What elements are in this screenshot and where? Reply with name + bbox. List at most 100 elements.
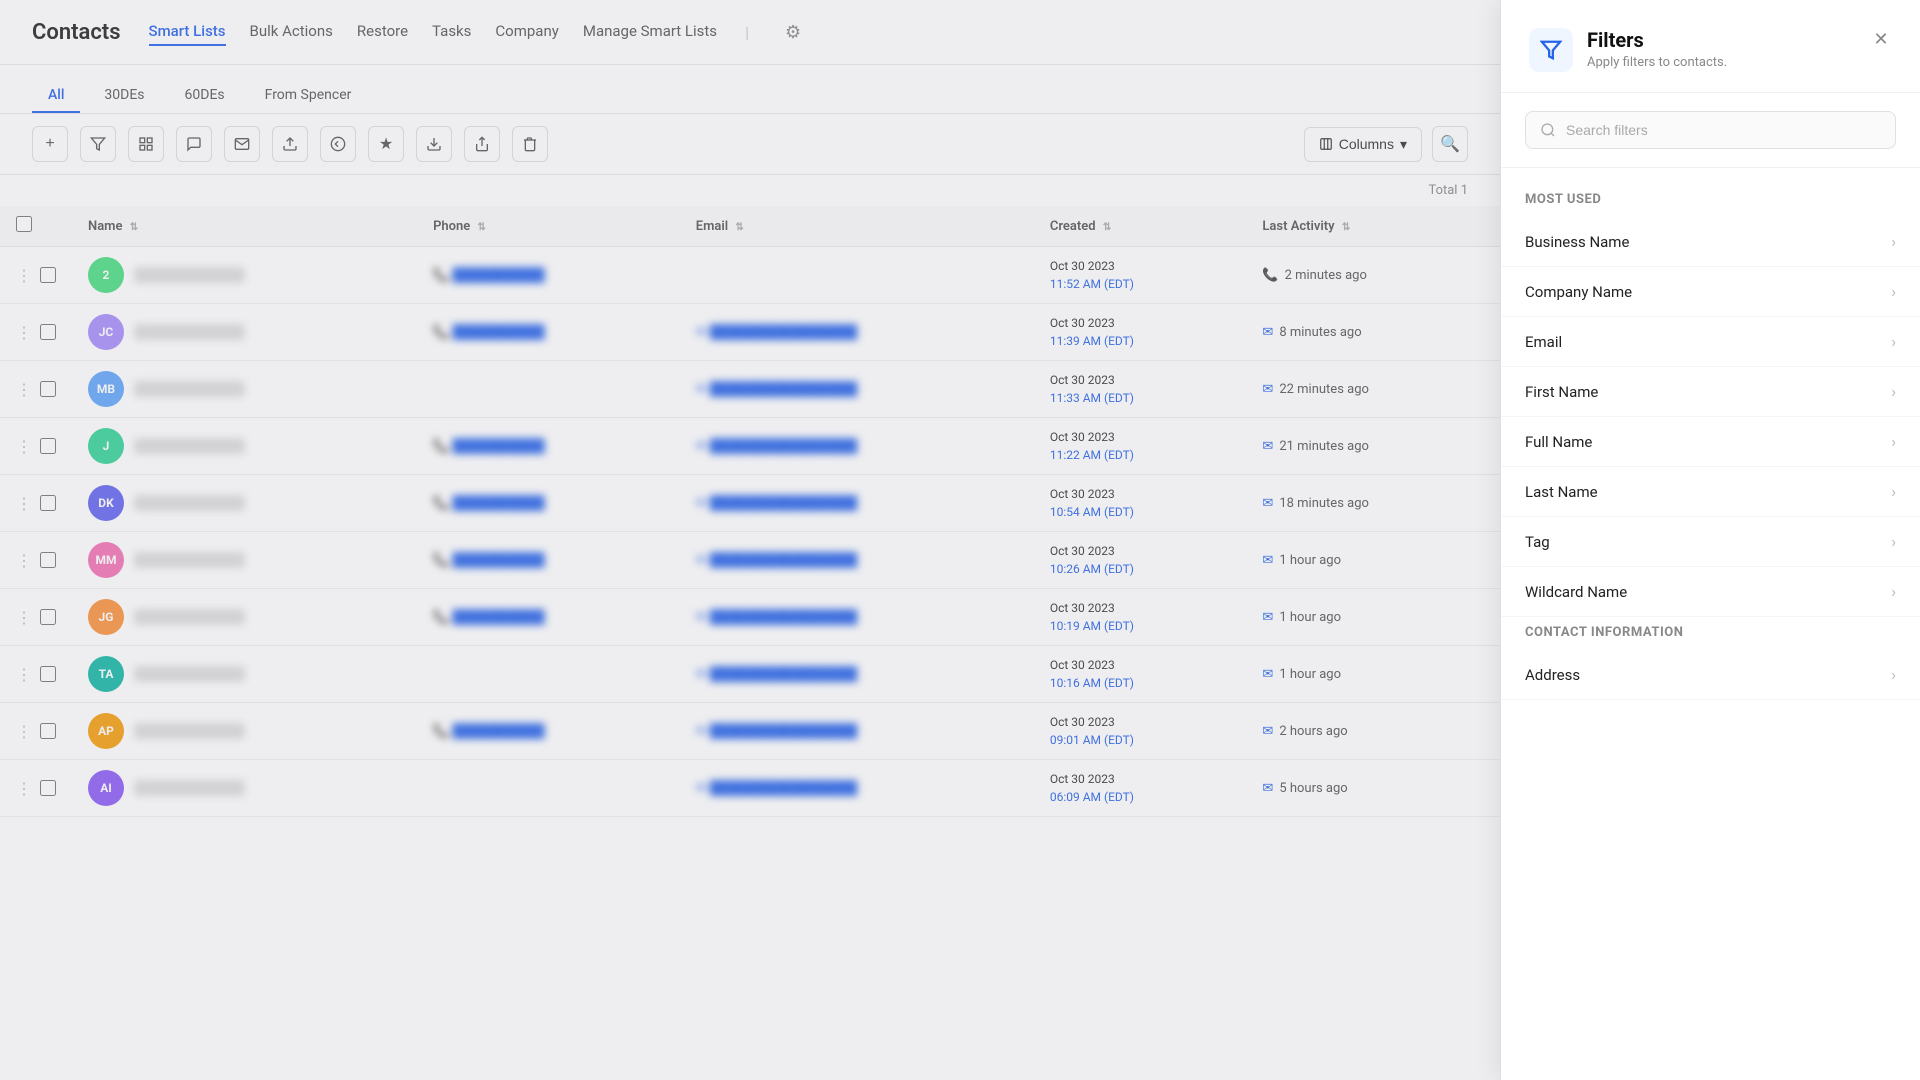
add-contact-button[interactable]: + (32, 126, 68, 162)
filter-item-first-name[interactable]: First Name › (1501, 367, 1920, 417)
tab-smart-lists[interactable]: Smart Lists (149, 18, 226, 46)
row-menu-icon[interactable]: ⋮ (16, 266, 32, 285)
main-area: Contacts Smart Lists Bulk Actions Restor… (0, 0, 1500, 1080)
sub-tab-from-spencer[interactable]: From Spencer (249, 79, 368, 113)
row-checkbox[interactable] (40, 723, 56, 739)
row-menu-icon[interactable]: ⋮ (16, 323, 32, 342)
contact-name[interactable]: ████████████ (134, 267, 245, 283)
download-button[interactable] (416, 126, 452, 162)
export-button[interactable] (320, 126, 356, 162)
filters-close-button[interactable]: ✕ (1866, 24, 1896, 54)
share-button[interactable] (464, 126, 500, 162)
phone-link[interactable]: 📞 ██████████ (433, 324, 664, 340)
row-menu-icon[interactable]: ⋮ (16, 437, 32, 456)
tab-bulk-actions[interactable]: Bulk Actions (250, 18, 333, 46)
contact-name[interactable]: ████████████ (134, 324, 245, 340)
th-name[interactable]: Name ⇅ (72, 206, 417, 247)
filter-item-company-name[interactable]: Company Name › (1501, 267, 1920, 317)
activity-time: 22 minutes ago (1279, 382, 1369, 397)
contact-name[interactable]: ████████████ (134, 666, 245, 682)
email-link[interactable]: ✉ ████████████████ (696, 438, 1018, 454)
row-checkbox[interactable] (40, 267, 56, 283)
email-link[interactable]: ✉ ████████████████ (696, 552, 1018, 568)
email-link[interactable]: ✉ ████████████████ (696, 666, 1018, 682)
phone-link[interactable]: 📞 ██████████ (433, 552, 664, 568)
separator: | (745, 23, 749, 42)
tab-manage-smart-lists[interactable]: Manage Smart Lists (583, 18, 717, 46)
contact-name[interactable]: ████████████ (134, 609, 245, 625)
filter-button[interactable] (80, 126, 116, 162)
phone-link[interactable]: 📞 ██████████ (433, 723, 664, 739)
email-link[interactable]: ✉ ████████████████ (696, 609, 1018, 625)
search-button[interactable]: 🔍 (1432, 126, 1468, 162)
most-used-section-title: Most Used (1501, 184, 1920, 217)
created-time: 10:16 AM (EDT) (1050, 674, 1231, 692)
columns-button[interactable]: Columns ▾ (1304, 127, 1422, 162)
phone-link[interactable]: 📞 ██████████ (433, 609, 664, 625)
row-checkbox[interactable] (40, 666, 56, 682)
row-menu-icon[interactable]: ⋮ (16, 665, 32, 684)
th-phone[interactable]: Phone ⇅ (417, 206, 680, 247)
th-created[interactable]: Created ⇅ (1034, 206, 1247, 247)
row-checkbox[interactable] (40, 552, 56, 568)
contact-name[interactable]: ████████████ (134, 780, 245, 796)
th-last-activity[interactable]: Last Activity ⇅ (1246, 206, 1500, 247)
select-all-checkbox[interactable] (16, 216, 32, 232)
email-link[interactable]: ✉ ████████████████ (696, 723, 1018, 739)
phone-link[interactable]: 📞 ██████████ (433, 438, 664, 454)
email-link[interactable]: ✉ ████████████████ (696, 495, 1018, 511)
row-checkbox[interactable] (40, 780, 56, 796)
import-button[interactable] (272, 126, 308, 162)
contact-name[interactable]: ████████████ (134, 495, 245, 511)
email-link[interactable]: ✉ ████████████████ (696, 780, 1018, 796)
search-filters-input[interactable] (1566, 122, 1881, 138)
email-link[interactable]: ✉ ████████████████ (696, 324, 1018, 340)
row-menu-icon[interactable]: ⋮ (16, 608, 32, 627)
contact-name[interactable]: ████████████ (134, 438, 245, 454)
row-checkbox[interactable] (40, 495, 56, 511)
sub-tab-30des[interactable]: 30DEs (88, 79, 160, 113)
table-row: ⋮ DK ████████████ 📞 ██████████ ✉ ███████… (0, 475, 1500, 532)
delete-button[interactable] (512, 126, 548, 162)
star-button[interactable]: ★ (368, 126, 404, 162)
phone-link[interactable]: 📞 ██████████ (433, 495, 664, 511)
row-menu-icon[interactable]: ⋮ (16, 380, 32, 399)
email-button[interactable] (224, 126, 260, 162)
activity-time: 5 hours ago (1279, 781, 1347, 796)
filter-item-address[interactable]: Address › (1501, 650, 1920, 700)
row-menu-icon[interactable]: ⋮ (16, 494, 32, 513)
view-button[interactable] (128, 126, 164, 162)
tab-restore[interactable]: Restore (357, 18, 408, 46)
row-menu-icon[interactable]: ⋮ (16, 779, 32, 798)
th-email[interactable]: Email ⇅ (680, 206, 1034, 247)
filter-item-full-name[interactable]: Full Name › (1501, 417, 1920, 467)
row-menu-icon[interactable]: ⋮ (16, 722, 32, 741)
filter-item-wildcard-name[interactable]: Wildcard Name › (1501, 567, 1920, 617)
row-checkbox[interactable] (40, 381, 56, 397)
activity-time: 1 hour ago (1279, 553, 1341, 568)
sub-tab-all[interactable]: All (32, 79, 80, 113)
contact-name[interactable]: ████████████ (134, 552, 245, 568)
filter-item-tag[interactable]: Tag › (1501, 517, 1920, 567)
row-checkbox[interactable] (40, 609, 56, 625)
activity-icon: ✉ (1262, 724, 1273, 739)
contact-name[interactable]: ████████████ (134, 381, 245, 397)
filter-item-business-name[interactable]: Business Name › (1501, 217, 1920, 267)
row-checkbox[interactable] (40, 324, 56, 340)
email-link[interactable]: ✉ ████████████████ (696, 381, 1018, 397)
settings-icon[interactable]: ⚙ (785, 22, 801, 43)
row-checkbox[interactable] (40, 438, 56, 454)
message-button[interactable] (176, 126, 212, 162)
tab-company[interactable]: Company (495, 18, 558, 46)
filter-item-last-name[interactable]: Last Name › (1501, 467, 1920, 517)
contact-name[interactable]: ████████████ (134, 723, 245, 739)
tab-tasks[interactable]: Tasks (432, 18, 471, 46)
created-time: 11:22 AM (EDT) (1050, 446, 1231, 464)
filter-chevron-icon: › (1891, 432, 1896, 451)
filter-item-email[interactable]: Email › (1501, 317, 1920, 367)
table-container[interactable]: Name ⇅ Phone ⇅ Email ⇅ Created ⇅ Last Ac… (0, 206, 1500, 1080)
phone-link[interactable]: 📞 ██████████ (433, 267, 664, 283)
email-cell: ✉ ████████████████ (680, 418, 1034, 475)
row-menu-icon[interactable]: ⋮ (16, 551, 32, 570)
sub-tab-60des[interactable]: 60DEs (169, 79, 241, 113)
